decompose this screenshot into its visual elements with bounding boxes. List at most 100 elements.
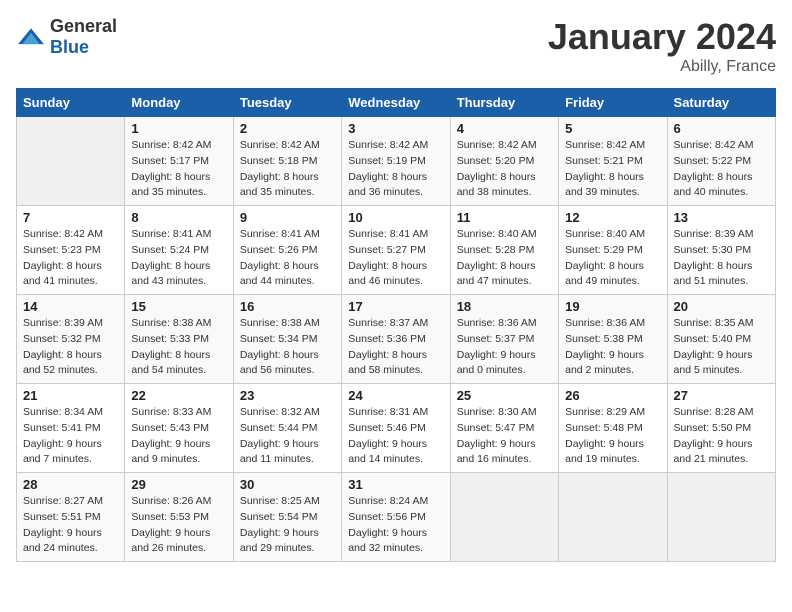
logo: General Blue bbox=[16, 16, 117, 58]
day-detail: Sunrise: 8:30 AMSunset: 5:47 PMDaylight:… bbox=[457, 405, 552, 468]
calendar-cell bbox=[17, 117, 125, 206]
day-number: 19 bbox=[565, 299, 660, 314]
calendar-cell: 23Sunrise: 8:32 AMSunset: 5:44 PMDayligh… bbox=[233, 384, 341, 473]
day-number: 2 bbox=[240, 121, 335, 136]
day-number: 6 bbox=[674, 121, 769, 136]
day-number: 14 bbox=[23, 299, 118, 314]
day-number: 4 bbox=[457, 121, 552, 136]
week-row-4: 21Sunrise: 8:34 AMSunset: 5:41 PMDayligh… bbox=[17, 384, 776, 473]
day-number: 11 bbox=[457, 210, 552, 225]
days-header-row: SundayMondayTuesdayWednesdayThursdayFrid… bbox=[17, 89, 776, 117]
day-number: 24 bbox=[348, 388, 443, 403]
calendar-cell: 20 Sunrise: 8:35 AMSunset: 5:40 PMDayligh… bbox=[667, 295, 775, 384]
day-detail: Sunrise: 8:35 AMSunset: 5:40 PMDaylight:… bbox=[674, 316, 769, 379]
header: General Blue January 2024 Abilly, France bbox=[16, 16, 776, 76]
day-detail: Sunrise: 8:25 AMSunset: 5:54 PMDaylight:… bbox=[240, 494, 335, 557]
day-detail: Sunrise: 8:31 AMSunset: 5:46 PMDaylight:… bbox=[348, 405, 443, 468]
day-number: 30 bbox=[240, 477, 335, 492]
location-title: Abilly, France bbox=[548, 58, 776, 76]
calendar-cell: 15 Sunrise: 8:38 AMSunset: 5:33 PMDayligh… bbox=[125, 295, 233, 384]
calendar-cell: 5 Sunrise: 8:42 AMSunset: 5:21 PMDaylight… bbox=[559, 117, 667, 206]
day-detail: Sunrise: 8:41 AMSunset: 5:24 PMDaylight:… bbox=[131, 227, 226, 290]
day-number: 12 bbox=[565, 210, 660, 225]
calendar-cell: 29 Sunrise: 8:26 AMSunset: 5:53 PMDayligh… bbox=[125, 473, 233, 562]
week-row-1: 1 Sunrise: 8:42 AMSunset: 5:17 PMDaylight… bbox=[17, 117, 776, 206]
calendar-cell: 21Sunrise: 8:34 AMSunset: 5:41 PMDayligh… bbox=[17, 384, 125, 473]
calendar-cell: 16 Sunrise: 8:38 AMSunset: 5:34 PMDayligh… bbox=[233, 295, 341, 384]
day-header-saturday: Saturday bbox=[667, 89, 775, 117]
calendar-cell: 8 Sunrise: 8:41 AMSunset: 5:24 PMDaylight… bbox=[125, 206, 233, 295]
day-number: 25 bbox=[457, 388, 552, 403]
day-detail: Sunrise: 8:40 AMSunset: 5:28 PMDaylight:… bbox=[457, 227, 552, 290]
calendar-cell: 10 Sunrise: 8:41 AMSunset: 5:27 PMDayligh… bbox=[342, 206, 450, 295]
calendar-cell: 3Sunrise: 8:42 AMSunset: 5:19 PMDaylight… bbox=[342, 117, 450, 206]
day-detail: Sunrise: 8:37 AMSunset: 5:36 PMDaylight:… bbox=[348, 316, 443, 379]
day-header-monday: Monday bbox=[125, 89, 233, 117]
calendar-cell: 31 Sunrise: 8:24 AMSunset: 5:56 PMDayligh… bbox=[342, 473, 450, 562]
day-number: 10 bbox=[348, 210, 443, 225]
calendar-cell: 13 Sunrise: 8:39 AMSunset: 5:30 PMDayligh… bbox=[667, 206, 775, 295]
day-number: 28 bbox=[23, 477, 118, 492]
day-detail: Sunrise: 8:42 AMSunset: 5:20 PMDaylight:… bbox=[457, 138, 552, 201]
calendar-cell: 25 Sunrise: 8:30 AMSunset: 5:47 PMDayligh… bbox=[450, 384, 558, 473]
calendar-cell: 9 Sunrise: 8:41 AMSunset: 5:26 PMDaylight… bbox=[233, 206, 341, 295]
day-number: 17 bbox=[348, 299, 443, 314]
day-detail: Sunrise: 8:41 AMSunset: 5:27 PMDaylight:… bbox=[348, 227, 443, 290]
day-number: 13 bbox=[674, 210, 769, 225]
day-detail: Sunrise: 8:38 AMSunset: 5:34 PMDaylight:… bbox=[240, 316, 335, 379]
month-title: January 2024 bbox=[548, 16, 776, 58]
day-number: 8 bbox=[131, 210, 226, 225]
day-number: 16 bbox=[240, 299, 335, 314]
calendar-cell: 12 Sunrise: 8:40 AMSunset: 5:29 PMDayligh… bbox=[559, 206, 667, 295]
calendar-cell: 14Sunrise: 8:39 AMSunset: 5:32 PMDayligh… bbox=[17, 295, 125, 384]
day-detail: Sunrise: 8:42 AMSunset: 5:22 PMDaylight:… bbox=[674, 138, 769, 201]
day-detail: Sunrise: 8:40 AMSunset: 5:29 PMDaylight:… bbox=[565, 227, 660, 290]
day-detail: Sunrise: 8:42 AMSunset: 5:23 PMDaylight:… bbox=[23, 227, 118, 290]
day-detail: Sunrise: 8:32 AMSunset: 5:44 PMDaylight:… bbox=[240, 405, 335, 468]
day-detail: Sunrise: 8:36 AMSunset: 5:38 PMDaylight:… bbox=[565, 316, 660, 379]
day-number: 31 bbox=[348, 477, 443, 492]
calendar-cell: 17 Sunrise: 8:37 AMSunset: 5:36 PMDayligh… bbox=[342, 295, 450, 384]
day-header-tuesday: Tuesday bbox=[233, 89, 341, 117]
day-number: 29 bbox=[131, 477, 226, 492]
day-detail: Sunrise: 8:24 AMSunset: 5:56 PMDaylight:… bbox=[348, 494, 443, 557]
logo-text-blue: Blue bbox=[50, 37, 89, 57]
day-detail: Sunrise: 8:38 AMSunset: 5:33 PMDaylight:… bbox=[131, 316, 226, 379]
day-number: 1 bbox=[131, 121, 226, 136]
calendar-cell: 22Sunrise: 8:33 AMSunset: 5:43 PMDayligh… bbox=[125, 384, 233, 473]
day-number: 26 bbox=[565, 388, 660, 403]
day-number: 5 bbox=[565, 121, 660, 136]
day-detail: Sunrise: 8:41 AMSunset: 5:26 PMDaylight:… bbox=[240, 227, 335, 290]
day-detail: Sunrise: 8:42 AMSunset: 5:18 PMDaylight:… bbox=[240, 138, 335, 201]
calendar-cell: 30 Sunrise: 8:25 AMSunset: 5:54 PMDayligh… bbox=[233, 473, 341, 562]
day-number: 18 bbox=[457, 299, 552, 314]
day-detail: Sunrise: 8:39 AMSunset: 5:30 PMDaylight:… bbox=[674, 227, 769, 290]
day-detail: Sunrise: 8:33 AMSunset: 5:43 PMDaylight:… bbox=[131, 405, 226, 468]
day-number: 9 bbox=[240, 210, 335, 225]
day-header-friday: Friday bbox=[559, 89, 667, 117]
day-number: 27 bbox=[674, 388, 769, 403]
calendar-cell: 6 Sunrise: 8:42 AMSunset: 5:22 PMDaylight… bbox=[667, 117, 775, 206]
logo-icon bbox=[16, 27, 46, 47]
day-detail: Sunrise: 8:42 AMSunset: 5:17 PMDaylight:… bbox=[131, 138, 226, 201]
logo-text-general: General bbox=[50, 16, 117, 36]
calendar-cell bbox=[559, 473, 667, 562]
calendar-cell: 26Sunrise: 8:29 AMSunset: 5:48 PMDayligh… bbox=[559, 384, 667, 473]
day-detail: Sunrise: 8:42 AMSunset: 5:19 PMDaylight:… bbox=[348, 138, 443, 201]
calendar-cell: 18Sunrise: 8:36 AMSunset: 5:37 PMDayligh… bbox=[450, 295, 558, 384]
day-number: 20 bbox=[674, 299, 769, 314]
day-number: 15 bbox=[131, 299, 226, 314]
calendar-table: SundayMondayTuesdayWednesdayThursdayFrid… bbox=[16, 88, 776, 562]
calendar-cell: 28Sunrise: 8:27 AMSunset: 5:51 PMDayligh… bbox=[17, 473, 125, 562]
day-detail: Sunrise: 8:42 AMSunset: 5:21 PMDaylight:… bbox=[565, 138, 660, 201]
title-area: January 2024 Abilly, France bbox=[548, 16, 776, 76]
calendar-cell: 27 Sunrise: 8:28 AMSunset: 5:50 PMDayligh… bbox=[667, 384, 775, 473]
day-header-wednesday: Wednesday bbox=[342, 89, 450, 117]
day-detail: Sunrise: 8:28 AMSunset: 5:50 PMDaylight:… bbox=[674, 405, 769, 468]
day-detail: Sunrise: 8:26 AMSunset: 5:53 PMDaylight:… bbox=[131, 494, 226, 557]
calendar-cell: 19 Sunrise: 8:36 AMSunset: 5:38 PMDayligh… bbox=[559, 295, 667, 384]
day-header-sunday: Sunday bbox=[17, 89, 125, 117]
calendar-cell: 24 Sunrise: 8:31 AMSunset: 5:46 PMDayligh… bbox=[342, 384, 450, 473]
day-number: 21 bbox=[23, 388, 118, 403]
day-number: 7 bbox=[23, 210, 118, 225]
